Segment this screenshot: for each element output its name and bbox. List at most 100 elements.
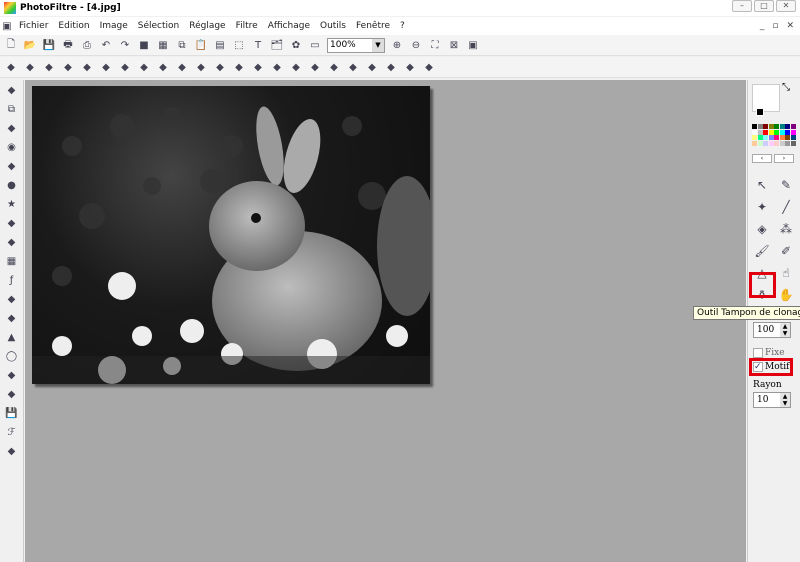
menu-reglage[interactable]: Réglage [184, 21, 230, 31]
fill-icon[interactable]: ◈ [753, 220, 771, 238]
document-icon[interactable]: ▣ [0, 19, 14, 33]
doc-close-button[interactable]: ✕ [786, 21, 794, 31]
book-icon[interactable]: ◆ [5, 368, 19, 382]
palette-swatch[interactable] [774, 124, 779, 129]
menu-image[interactable]: Image [95, 21, 133, 31]
gradient-icon[interactable]: ◆ [5, 235, 19, 249]
palette-swatch[interactable] [757, 135, 763, 140]
actual-size-icon[interactable]: ⊠ [447, 38, 461, 52]
palette-swatch[interactable] [790, 135, 796, 140]
palette-swatch[interactable] [752, 140, 757, 146]
chevron-down-icon[interactable]: ▼ [372, 38, 384, 52]
colorize-icon[interactable]: ◆ [346, 60, 360, 74]
palette-swatch[interactable] [774, 135, 779, 140]
globe-icon[interactable]: ● [5, 178, 19, 192]
hand-icon[interactable]: ✋ [777, 286, 795, 304]
html-icon[interactable]: ◆ [5, 444, 19, 458]
pointer-icon[interactable]: ↖ [753, 176, 771, 194]
menu-help[interactable]: ? [395, 21, 410, 31]
palette-swatch[interactable] [768, 124, 774, 129]
menu-affichage[interactable]: Affichage [263, 21, 315, 31]
palette-swatch[interactable] [768, 140, 774, 146]
palette-swatch[interactable] [779, 124, 785, 129]
menu-selection[interactable]: Sélection [133, 21, 184, 31]
circle-icon[interactable]: ◯ [5, 349, 19, 363]
paste-icon[interactable]: 📋 [194, 38, 208, 52]
pattern-icon[interactable]: ◆ [5, 292, 19, 306]
saturation-minus-icon[interactable]: ◆ [118, 60, 132, 74]
smudge-icon[interactable]: ☝ [777, 264, 795, 282]
advanced-brush-icon[interactable]: ✐ [777, 242, 795, 260]
explorer-icon[interactable]: 🗂 [270, 38, 284, 52]
palette-swatch[interactable] [752, 124, 757, 129]
secondary-color-swatch[interactable] [756, 108, 764, 116]
window-icon[interactable]: ▭ [308, 38, 322, 52]
palette-swatch[interactable] [757, 124, 763, 129]
palette-swatch[interactable] [785, 124, 790, 129]
blur-icon[interactable]: ◆ [232, 60, 246, 74]
brush-icon[interactable]: 🖌 [753, 242, 771, 260]
palette-swatch[interactable] [757, 129, 763, 135]
gray-icon[interactable]: ■ [137, 38, 151, 52]
calc-icon[interactable]: ◆ [5, 83, 19, 97]
palette-prev-button[interactable]: ‹ [752, 154, 772, 163]
spin-arrows-icon[interactable]: ▲ ▼ [780, 393, 790, 407]
palette-swatch[interactable] [774, 140, 779, 146]
doc-restore-button[interactable]: ▫ [772, 21, 778, 31]
palette-swatch[interactable] [779, 140, 785, 146]
palette-swatch[interactable] [763, 124, 768, 129]
brightness-plus-icon[interactable]: ◆ [61, 60, 75, 74]
rayon-value[interactable]: 10 [757, 395, 768, 405]
fixe-checkbox[interactable] [753, 348, 763, 358]
palette-next-button[interactable]: › [774, 154, 794, 163]
vignette-icon[interactable]: ◆ [365, 60, 379, 74]
doc-minimize-button[interactable]: _ [760, 21, 765, 31]
color-icon[interactable]: ▦ [156, 38, 170, 52]
paste-as-icon[interactable]: ▤ [213, 38, 227, 52]
palette-swatch[interactable] [785, 140, 790, 146]
maximize-button[interactable]: □ [754, 0, 774, 12]
brightness-minus-icon[interactable]: ◆ [42, 60, 56, 74]
palette-swatch[interactable] [752, 135, 757, 140]
rgb-icon[interactable]: ◆ [327, 60, 341, 74]
close-button[interactable]: ✕ [776, 0, 796, 12]
minimize-button[interactable]: – [732, 0, 752, 12]
line-icon[interactable]: ╱ [777, 198, 795, 216]
zoom-value[interactable]: 100% [330, 40, 356, 50]
orb-icon[interactable]: ◉ [5, 140, 19, 154]
palette-swatch[interactable] [768, 129, 774, 135]
selection-icon[interactable]: ⬚ [232, 38, 246, 52]
zoom-select[interactable]: 100% ▼ [327, 37, 385, 53]
auto-contrast-icon[interactable]: ◆ [23, 60, 37, 74]
sepia-icon[interactable]: ◆ [213, 60, 227, 74]
color-icon[interactable]: ▦ [5, 254, 19, 268]
grayscale-icon[interactable]: ◆ [194, 60, 208, 74]
menu-filtre[interactable]: Filtre [231, 21, 263, 31]
menu-edition[interactable]: Edition [53, 21, 94, 31]
save-icon[interactable]: 💾 [42, 38, 56, 52]
menu-fichier[interactable]: Fichier [14, 21, 53, 31]
palette-swatch[interactable] [785, 129, 790, 135]
palette-swatch[interactable] [779, 135, 785, 140]
export-icon[interactable]: ◆ [5, 387, 19, 401]
palette-swatch[interactable] [779, 129, 785, 135]
spray-icon[interactable]: ⁂ [777, 220, 795, 238]
palette-swatch[interactable] [790, 129, 796, 135]
opacity-value[interactable]: 100 [757, 325, 774, 335]
workspace[interactable] [25, 80, 746, 562]
palette-swatch[interactable] [790, 140, 796, 146]
print-icon[interactable]: 🖶 [61, 38, 75, 52]
copy-icon[interactable]: ⧉ [175, 38, 189, 52]
fullscreen-icon[interactable]: ▣ [466, 38, 480, 52]
palette-swatch[interactable] [763, 140, 768, 146]
image-document[interactable] [32, 86, 430, 384]
palette-swatch[interactable] [785, 135, 790, 140]
page-icon[interactable]: ◆ [5, 216, 19, 230]
palette-swatch[interactable] [757, 140, 763, 146]
star-icon[interactable]: ★ [5, 197, 19, 211]
spin-arrows-icon[interactable]: ▲ ▼ [780, 323, 790, 337]
rayon-stepper[interactable]: 10 ▲ ▼ [753, 392, 791, 408]
gamma-plus-icon[interactable]: ◆ [175, 60, 189, 74]
sharpen-more-icon[interactable]: ◆ [308, 60, 322, 74]
soften-icon[interactable]: ◆ [251, 60, 265, 74]
